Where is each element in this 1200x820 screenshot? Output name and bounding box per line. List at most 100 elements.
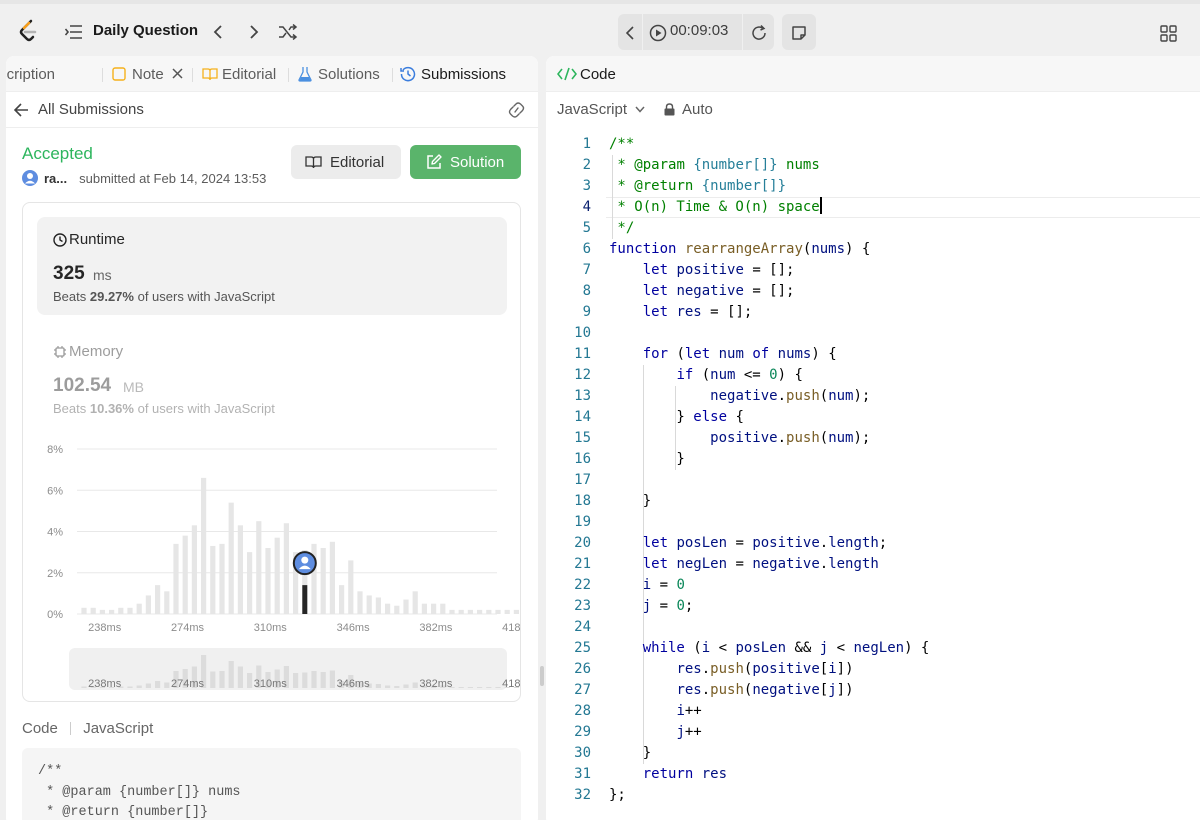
code-line[interactable]: let res = [];	[609, 302, 753, 323]
code-line[interactable]: j = 0;	[609, 596, 694, 617]
arrow-left-icon[interactable]	[14, 103, 29, 117]
layout-grid-icon[interactable]	[1158, 23, 1178, 43]
code-editor-panel: Code JavaScript Auto 1 /** 2 * @param {num…	[546, 56, 1200, 820]
code-line[interactable]: function rearrangeArray(nums) {	[609, 239, 870, 260]
runtime-distribution-chart[interactable]: 0% 2% 4% 6% 8% 238ms 274ms 310ms 346ms 382ms 418ms…	[23, 431, 520, 701]
username[interactable]: ra...	[44, 171, 67, 186]
code-line[interactable]: j++	[609, 722, 701, 743]
chevron-down-icon[interactable]	[635, 106, 645, 113]
code-preview: /** * @param {number[]} nums * @return {…	[22, 748, 521, 820]
code-line[interactable]: if (num <= 0) {	[609, 365, 802, 386]
line-number: 21	[574, 556, 591, 572]
bar	[421, 603, 427, 614]
code-line[interactable]: }	[609, 449, 684, 470]
code-line[interactable]: */	[609, 218, 634, 239]
overview-bar	[394, 686, 400, 688]
memory-box[interactable]: Memory 102.54 MB Beats 10.36% of users w…	[37, 329, 507, 419]
editorial-button[interactable]: Editorial	[291, 145, 401, 179]
runtime-beats-suffix: of users with JavaScript	[137, 289, 275, 304]
runtime-box[interactable]: Runtime 325 ms Beats 29.27% of users wit…	[37, 217, 507, 315]
code-line[interactable]: while (i < posLen && j < negLen) {	[609, 638, 930, 659]
language-select[interactable]: JavaScript	[557, 101, 627, 118]
code-line[interactable]: return res	[609, 764, 727, 785]
code-preview-text: * @return {number[]}	[38, 805, 209, 820]
code-line[interactable]: * O(n) Time & O(n) space	[609, 197, 822, 218]
overview-bar	[237, 666, 243, 688]
overview-bar	[495, 687, 501, 688]
tab-submissions[interactable]: Submissions	[421, 66, 506, 83]
chevron-left-icon[interactable]	[208, 22, 228, 42]
overview-bar	[467, 687, 473, 688]
left-panel: Description Note Editorial Solutions Sub…	[6, 56, 538, 820]
bar	[265, 548, 271, 614]
bar	[237, 525, 243, 614]
code-line[interactable]: /**	[609, 134, 634, 155]
top-bar: Daily Question 00:09:03	[0, 0, 1200, 56]
code-line[interactable]: positive.push(num);	[609, 428, 870, 449]
code-line[interactable]: let negLen = negative.length	[609, 554, 879, 575]
shuffle-icon[interactable]	[277, 22, 299, 42]
solution-button[interactable]: Solution	[410, 145, 521, 179]
code-line[interactable]: i++	[609, 701, 701, 722]
editorial-button-label: Editorial	[330, 154, 385, 171]
all-submissions-link[interactable]: All Submissions	[38, 101, 144, 118]
code-line[interactable]: let negative = [];	[609, 281, 795, 302]
code-icon	[557, 67, 577, 81]
code-line[interactable]: res.push(positive[i])	[609, 659, 853, 680]
code-line[interactable]: } else {	[609, 407, 743, 428]
code-line[interactable]: let posLen = positive.length;	[609, 533, 888, 554]
y-tick-label: 6%	[47, 485, 63, 497]
performance-card: Runtime 325 ms Beats 29.27% of users wit…	[22, 202, 521, 702]
code-panel-header: Code	[546, 56, 1200, 92]
problem-list-icon[interactable]	[64, 22, 84, 42]
overview-bar	[136, 685, 142, 688]
code-line[interactable]: i = 0	[609, 575, 685, 596]
tab-editorial[interactable]: Editorial	[222, 66, 276, 83]
tab-description[interactable]: Description	[6, 66, 55, 83]
bar	[366, 595, 372, 614]
play-circle-icon[interactable]	[648, 23, 668, 43]
bar	[449, 609, 455, 614]
line-number: 29	[574, 724, 591, 740]
solution-button-label: Solution	[450, 154, 505, 171]
bar	[210, 545, 216, 614]
format-mode[interactable]: Auto	[682, 101, 713, 118]
runtime-unit: ms	[93, 267, 112, 283]
chevron-right-icon[interactable]	[244, 22, 264, 42]
code-line[interactable]: }	[609, 491, 651, 512]
bar	[99, 609, 105, 614]
line-number: 31	[574, 766, 591, 782]
bar	[385, 603, 391, 614]
bar	[403, 599, 409, 614]
code-line[interactable]: }	[609, 743, 651, 764]
reset-timer-icon[interactable]	[749, 23, 769, 43]
submitted-time: submitted at Feb 14, 2024 13:53	[79, 170, 267, 186]
code-line[interactable]: * @return {number[]}	[609, 176, 786, 197]
code-line[interactable]: for (let num of nums) {	[609, 344, 837, 365]
code-line[interactable]: negative.push(num);	[609, 386, 870, 407]
code-line[interactable]: };	[609, 785, 626, 806]
code-editor[interactable]: 1 /** 2 * @param {number[]} nums 3 * @retur…	[546, 134, 1200, 820]
timer-collapse-icon[interactable]	[620, 23, 640, 43]
code-line[interactable]: * @param {number[]} nums	[609, 155, 819, 176]
bar	[283, 523, 289, 614]
bar	[155, 585, 161, 614]
bar	[136, 603, 142, 614]
overview-bar	[486, 687, 492, 688]
panel-resize-handle[interactable]	[540, 666, 544, 686]
runtime-beats: Beats 29.27% of users with JavaScript	[53, 289, 275, 304]
code-line[interactable]: res.push(negative[j])	[609, 680, 853, 701]
flask-icon	[298, 66, 312, 82]
link-icon[interactable]	[507, 102, 526, 118]
code-line[interactable]: let positive = [];	[609, 260, 795, 281]
leetcode-logo-icon[interactable]	[16, 18, 42, 44]
tab-note[interactable]: Note	[132, 66, 164, 83]
close-icon[interactable]	[172, 68, 183, 79]
code-preview-text: * @param {number[]} nums	[38, 784, 241, 800]
bar	[145, 595, 151, 614]
tab-solutions[interactable]: Solutions	[318, 66, 380, 83]
avatar[interactable]	[22, 170, 38, 186]
line-number: 16	[574, 451, 591, 467]
problem-list-title[interactable]: Daily Question	[93, 22, 198, 39]
line-number: 19	[574, 514, 591, 530]
